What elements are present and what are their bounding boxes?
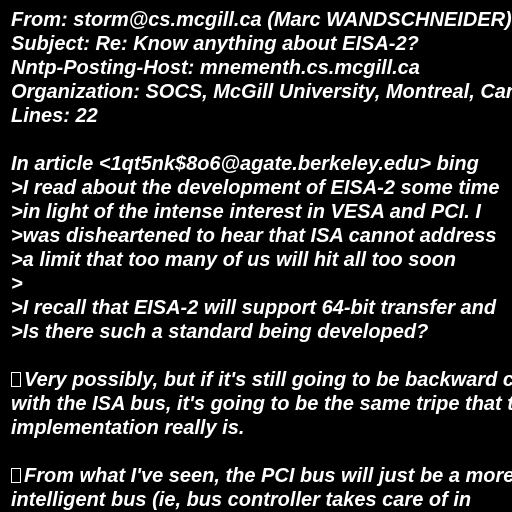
quote-attribution: In article <1qt5nk$8o6@agate.berkeley.ed… xyxy=(11,153,479,175)
quote-line: >I read about the development of EISA-2 … xyxy=(11,177,500,199)
article-header: From: storm@cs.mcgill.ca (Marc WANDSCHNE… xyxy=(11,8,512,128)
reply-line: Very possibly, but if it's still going t… xyxy=(11,368,512,392)
header-subject: Subject: Re: Know anything about EISA-2? xyxy=(11,33,419,55)
quote-line: >a limit that too many of us will hit al… xyxy=(11,249,457,271)
reply-line: with the ISA bus, it's going to be the s… xyxy=(11,393,512,415)
tab-glyph-box-icon xyxy=(11,372,21,387)
quote-line: >was disheartened to hear that ISA canno… xyxy=(11,225,497,247)
reply-paragraph-2: From what I've seen, the PCI bus will ju… xyxy=(11,464,512,512)
news-article: From: storm@cs.mcgill.ca (Marc WANDSCHNE… xyxy=(11,8,512,512)
header-organization: Organization: SOCS, McGill University, M… xyxy=(11,81,512,103)
header-nntp-host: Nntp-Posting-Host: mnementh.cs.mcgill.ca xyxy=(11,57,420,79)
reply-paragraph-1: Very possibly, but if it's still going t… xyxy=(11,368,512,440)
quoted-section: In article <1qt5nk$8o6@agate.berkeley.ed… xyxy=(11,152,512,344)
quote-line: >in light of the intense interest in VES… xyxy=(11,201,481,223)
quote-line: >Is there such a standard being develope… xyxy=(11,321,429,343)
quote-line: >I recall that EISA-2 will support 64-bi… xyxy=(11,297,497,319)
reply-line-text: From what I've seen, the PCI bus will ju… xyxy=(24,465,512,487)
header-lines: Lines: 22 xyxy=(11,105,98,127)
reply-line: intelligent bus (ie, bus controller take… xyxy=(11,489,472,511)
tab-glyph-box-icon xyxy=(11,468,21,483)
reply-line: implementation really is. xyxy=(11,417,245,439)
reply-line-text: Very possibly, but if it's still going t… xyxy=(24,369,512,391)
reply-line: From what I've seen, the PCI bus will ju… xyxy=(11,464,512,488)
quote-line: > xyxy=(11,273,23,295)
header-from: From: storm@cs.mcgill.ca (Marc WANDSCHNE… xyxy=(11,9,512,31)
